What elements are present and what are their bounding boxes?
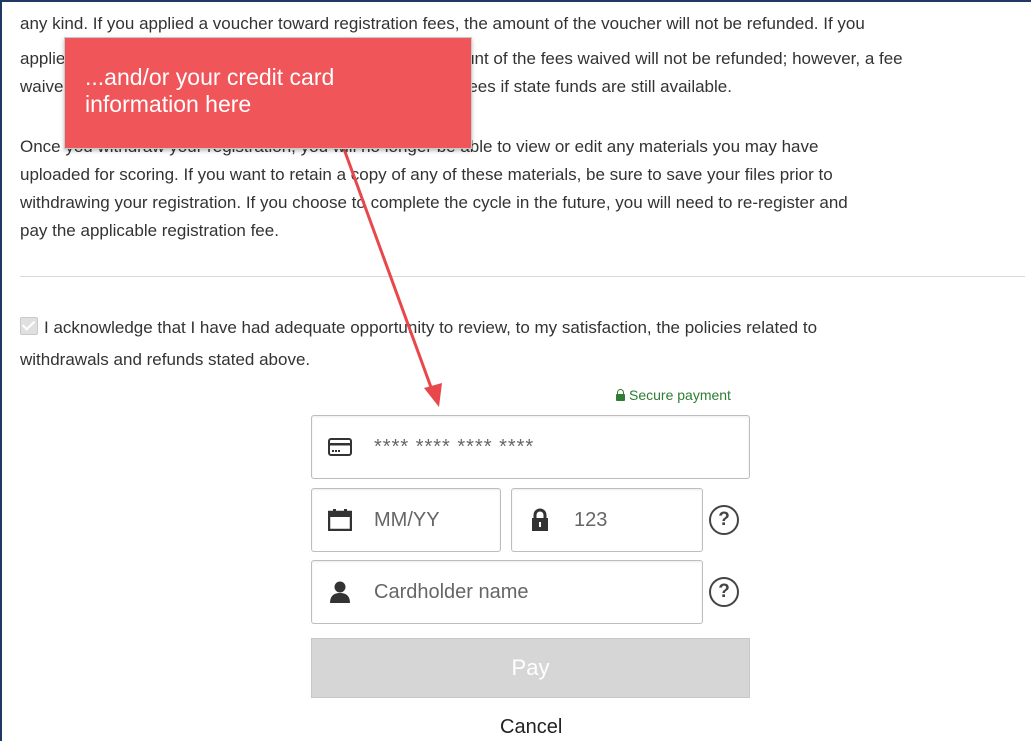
- cvc-input[interactable]: 123: [574, 489, 694, 551]
- policy-paragraph-2-line-4: pay the applicable registration fee.: [20, 221, 279, 240]
- acknowledge-checkbox[interactable]: [20, 317, 38, 335]
- callout-text: ...and/or your credit card information h…: [85, 64, 334, 118]
- acknowledgement: I acknowledge that I have had adequate o…: [20, 312, 817, 376]
- page-frame: any kind. If you applied a voucher towar…: [0, 0, 1031, 741]
- cvc-field[interactable]: 123: [511, 488, 703, 552]
- secure-payment-text: Secure payment: [629, 387, 731, 403]
- card-number-field[interactable]: **** **** **** ****: [311, 415, 750, 479]
- credit-card-icon: [312, 416, 368, 478]
- section-divider: [20, 276, 1025, 277]
- callout-line-1: ...and/or your credit card: [85, 64, 335, 90]
- cardholder-help-icon[interactable]: ?: [709, 577, 739, 607]
- cardholder-name-field[interactable]: Cardholder name: [311, 560, 703, 624]
- lock-icon: [512, 489, 568, 551]
- policy-paragraph-2-line-3: withdrawing your registration. If you ch…: [20, 193, 848, 212]
- cancel-link[interactable]: Cancel: [500, 716, 562, 739]
- policy-line-1: any kind. If you applied a voucher towar…: [20, 14, 865, 33]
- expiry-field[interactable]: MM/YY: [311, 488, 501, 552]
- card-number-input[interactable]: **** **** **** ****: [374, 416, 741, 478]
- lock-icon: [616, 389, 625, 401]
- calendar-icon: [312, 489, 368, 551]
- cardholder-name-input[interactable]: Cardholder name: [374, 561, 694, 623]
- acknowledge-text-line-1: I acknowledge that I have had adequate o…: [44, 318, 818, 337]
- pay-button[interactable]: Pay: [311, 638, 750, 698]
- callout-line-2: information here: [85, 91, 252, 117]
- cvc-help-icon[interactable]: ?: [709, 505, 739, 535]
- acknowledge-text-line-2: withdrawals and refunds stated above.: [20, 350, 311, 369]
- secure-payment-label: Secure payment: [616, 387, 731, 403]
- policy-paragraph-2-line-2: uploaded for scoring. If you want to ret…: [20, 165, 833, 184]
- expiry-input[interactable]: MM/YY: [374, 489, 492, 551]
- annotation-callout: ...and/or your credit card information h…: [64, 37, 472, 149]
- user-icon: [312, 561, 368, 623]
